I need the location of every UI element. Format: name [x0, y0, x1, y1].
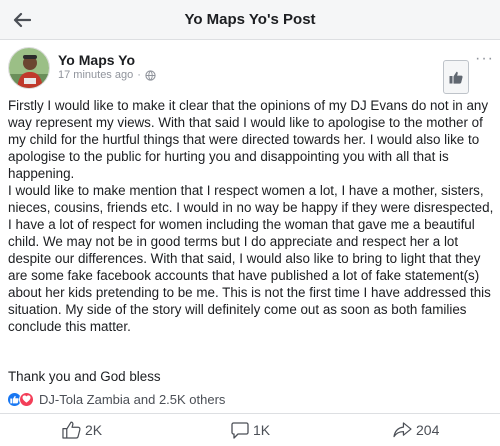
reaction-icons	[7, 391, 34, 407]
top-bar: Yo Maps Yo's Post	[0, 0, 500, 40]
more-options-button[interactable]: ···	[475, 51, 494, 67]
share-count: 204	[416, 422, 440, 438]
post-author[interactable]: Yo Maps Yo	[58, 52, 135, 68]
comment-count: 1K	[253, 422, 271, 438]
post-text: Firstly I would like to make it clear th…	[8, 97, 496, 335]
post-time[interactable]: 17 minutes ago	[58, 69, 133, 81]
like-page-button[interactable]	[443, 60, 469, 94]
share-icon	[393, 422, 412, 438]
divider	[0, 413, 500, 414]
globe-icon	[145, 69, 156, 81]
reactions-text: DJ-Tola Zambia and 2.5K others	[39, 391, 226, 407]
post-paragraph: Firstly I would like to make it clear th…	[8, 98, 489, 181]
thumbs-up-icon	[62, 421, 81, 439]
reactions-summary[interactable]: DJ-Tola Zambia and 2.5K others	[7, 390, 225, 408]
like-count: 2K	[85, 422, 103, 438]
avatar-image	[9, 48, 49, 88]
like-button[interactable]: 2K	[62, 418, 102, 442]
meta-separator: ·	[137, 69, 141, 81]
action-bar: 2K 1K 204	[0, 415, 500, 446]
post-paragraph: I would like to make mention that I resp…	[8, 183, 494, 334]
post-meta: 17 minutes ago ·	[58, 69, 156, 81]
love-reaction-icon	[19, 391, 34, 407]
post-header: Yo Maps Yo 17 minutes ago · ···	[0, 40, 500, 96]
post-closing: Thank you and God bless	[8, 369, 161, 384]
thumbs-up-icon	[449, 71, 463, 84]
avatar[interactable]	[8, 47, 50, 89]
comment-button[interactable]: 1K	[231, 418, 270, 442]
page-title: Yo Maps Yo's Post	[184, 11, 316, 28]
comment-icon	[231, 421, 249, 439]
share-button[interactable]: 204	[393, 418, 439, 442]
